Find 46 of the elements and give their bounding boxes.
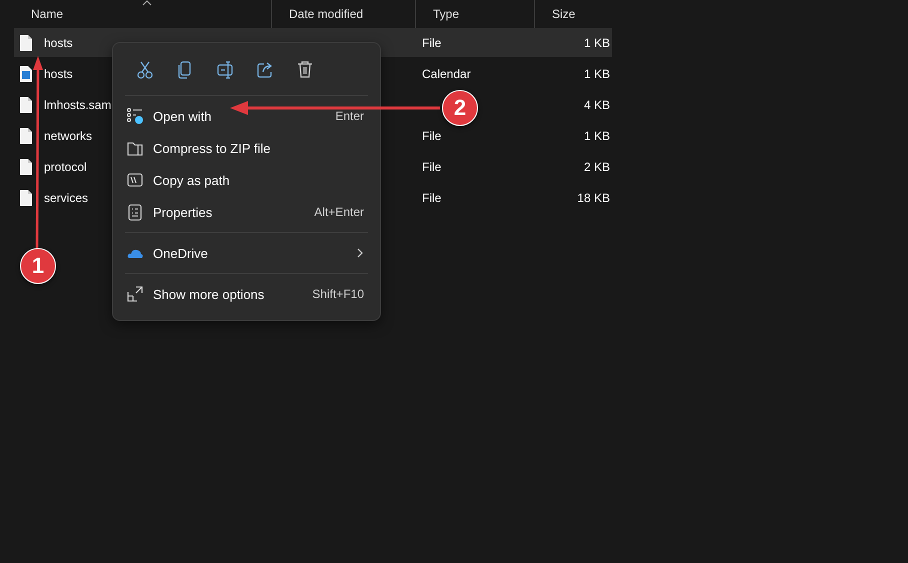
calendar-file-icon xyxy=(19,64,33,82)
file-name: lmhosts.sam xyxy=(44,98,112,112)
menu-item[interactable]: Copy as path xyxy=(117,164,376,196)
file-icon xyxy=(19,188,33,206)
step-badge: 2 xyxy=(442,90,478,126)
copy-path-icon xyxy=(127,172,143,188)
file-type: Calendar xyxy=(421,66,472,80)
file-type: File xyxy=(421,128,442,142)
file-size: 1 KB xyxy=(582,66,610,80)
column-header[interactable]: Name xyxy=(14,7,64,21)
properties-icon xyxy=(127,204,143,220)
copy-icon[interactable] xyxy=(177,61,193,79)
file-name: protocol xyxy=(44,160,87,174)
cut-icon[interactable] xyxy=(137,61,153,79)
step-badge: 1 xyxy=(20,248,56,284)
file-icon xyxy=(19,158,33,176)
file-name: networks xyxy=(44,128,92,142)
share-icon[interactable] xyxy=(257,61,273,79)
file-size: 2 KB xyxy=(582,160,610,174)
file-name: services xyxy=(44,190,88,204)
menu-item[interactable]: Compress to ZIP file xyxy=(117,132,376,164)
file-name: hosts xyxy=(44,36,73,50)
open-with-icon xyxy=(127,108,143,124)
file-size: 4 KB xyxy=(582,98,610,112)
file-type: File xyxy=(421,160,442,174)
file-name: hosts xyxy=(44,66,73,80)
expand-icon xyxy=(127,286,143,302)
menu-item[interactable]: Properties Alt+Enter xyxy=(117,196,376,228)
file-type: File xyxy=(421,190,442,204)
file-icon xyxy=(19,34,33,52)
menu-item[interactable]: Open with Enter xyxy=(117,100,376,132)
column-header[interactable]: Size xyxy=(535,7,576,21)
menu-item[interactable]: Show more options Shift+F10 xyxy=(117,278,376,310)
file-size: 1 KB xyxy=(582,36,610,50)
column-header[interactable]: Type xyxy=(416,7,460,21)
column-header[interactable]: Date modified xyxy=(272,7,364,21)
file-size: 1 KB xyxy=(582,128,610,142)
menu-item[interactable]: OneDrive xyxy=(117,237,376,269)
folder-zip-icon xyxy=(127,140,143,156)
file-icon xyxy=(19,96,33,114)
file-icon xyxy=(19,126,33,144)
trash-icon[interactable] xyxy=(297,61,313,79)
file-size: 18 KB xyxy=(576,190,610,204)
rename-icon[interactable] xyxy=(217,61,233,79)
file-type: File xyxy=(421,36,442,50)
sort-caret-icon xyxy=(142,0,152,6)
